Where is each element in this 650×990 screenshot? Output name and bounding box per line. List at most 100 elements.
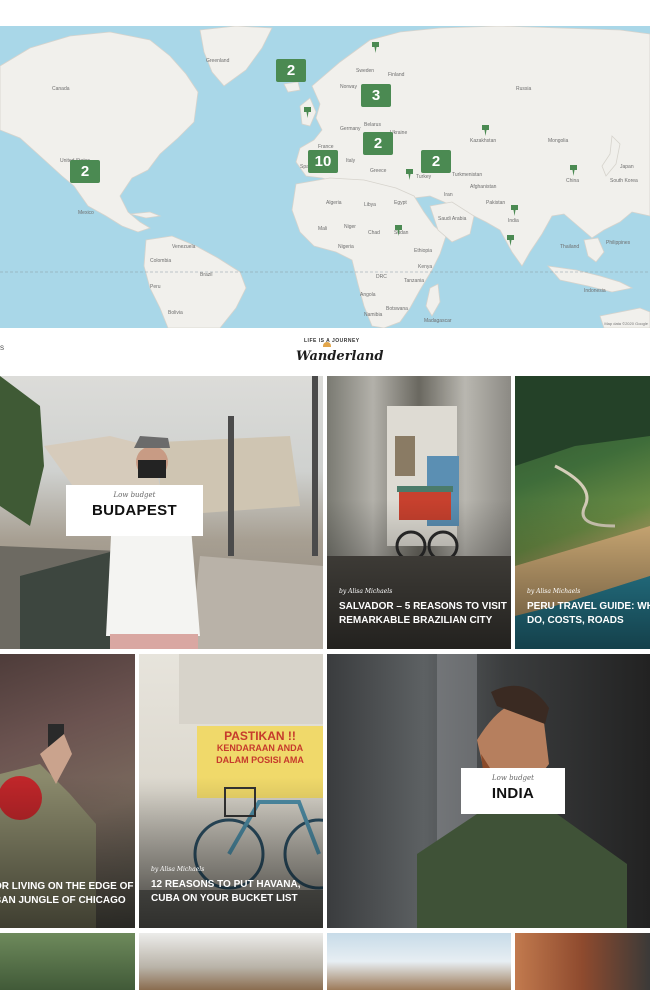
map-pin-icon[interactable] bbox=[481, 124, 490, 137]
post-title-line: OR LIVING ON THE EDGE OF bbox=[0, 881, 134, 892]
map-label-china: China bbox=[566, 178, 580, 184]
post-destination: BUDAPEST bbox=[92, 502, 177, 519]
sign-line: KENDARAAN ANDA bbox=[216, 743, 304, 753]
post-card-havana[interactable]: PASTIKAN !! KENDARAAN ANDA DALAM POSISI … bbox=[139, 654, 323, 928]
map-label-tanzania: Tanzania bbox=[404, 278, 425, 284]
map-label-norway: Norway bbox=[340, 84, 357, 90]
map-pin-icon[interactable] bbox=[371, 41, 380, 54]
post-byline[interactable]: by Alisa Michaels bbox=[527, 588, 580, 595]
map-label-venezuela: Venezuela bbox=[172, 244, 196, 250]
post-category: Low budget bbox=[492, 774, 534, 782]
map-label-mali: Mali bbox=[318, 226, 328, 232]
post-image bbox=[515, 933, 650, 990]
map-label-pakistan: Pakistan bbox=[486, 200, 506, 206]
map-label-iran: Iran bbox=[444, 192, 453, 198]
map-label-egypt: Egypt bbox=[394, 200, 407, 206]
post-badge: Low budget INDIA bbox=[461, 768, 565, 814]
map-label-niger: Niger bbox=[344, 224, 356, 230]
post-card[interactable] bbox=[515, 933, 650, 990]
map-label-india: India bbox=[508, 218, 519, 224]
map-label-peru: Peru bbox=[150, 284, 161, 290]
map-label-madagascar: Madagascar bbox=[424, 318, 452, 324]
map-label-turkmenistan: Turkmenistan bbox=[452, 172, 483, 178]
map-label-italy: Italy bbox=[346, 158, 356, 164]
map-credit: Map data ©2020 Google bbox=[604, 321, 648, 326]
post-title-line: PERU TRAVEL GUIDE: WHAT bbox=[527, 601, 650, 612]
post-card-india[interactable]: Low budget INDIA bbox=[327, 654, 650, 928]
post-card-peru[interactable]: by Alisa Michaels PERU TRAVEL GUIDE: WHA… bbox=[515, 376, 650, 649]
map-label-bolivia: Bolivia bbox=[168, 310, 183, 316]
map-cluster-marker[interactable]: 2 bbox=[363, 132, 393, 155]
post-byline[interactable]: by Alisa Michaels bbox=[151, 866, 204, 873]
map-label-greenland: Greenland bbox=[206, 58, 230, 64]
map-cluster-marker[interactable]: 2 bbox=[70, 160, 100, 183]
post-badge: Low budget BUDAPEST bbox=[66, 485, 203, 536]
map-label-ethiopia: Ethiopia bbox=[414, 248, 433, 254]
post-card[interactable] bbox=[0, 933, 135, 990]
map-label-thailand: Thailand bbox=[560, 244, 580, 250]
post-title-line: SALVADOR – 5 REASONS TO VISIT bbox=[339, 601, 507, 612]
map-label-south-korea: South Korea bbox=[610, 178, 638, 184]
sign-line: PASTIKAN !! bbox=[224, 729, 296, 743]
world-map[interactable]: Greenland Canada United States Mexico Ve… bbox=[0, 26, 650, 328]
logo-sun-icon bbox=[323, 342, 331, 347]
map-pin-icon[interactable] bbox=[394, 224, 403, 237]
post-title[interactable]: 12 REASONS TO PUT HAVANA, CUBA ON YOUR B… bbox=[151, 878, 300, 906]
page: Greenland Canada United States Mexico Ve… bbox=[0, 0, 650, 990]
post-card[interactable] bbox=[327, 933, 511, 990]
map-label-libya: Libya bbox=[364, 202, 376, 208]
map-label-algeria: Algeria bbox=[326, 200, 342, 206]
post-image bbox=[139, 933, 323, 990]
header-menu-fragment[interactable]: S bbox=[0, 346, 4, 352]
map-label-finland: Finland bbox=[388, 72, 405, 78]
map-cluster-marker[interactable]: 2 bbox=[421, 150, 451, 173]
map-pin-icon[interactable] bbox=[405, 168, 414, 181]
site-logo[interactable]: LIFE IS A JOURNEY Wanderland bbox=[296, 338, 383, 370]
post-image bbox=[0, 933, 135, 990]
map-label-russia: Russia bbox=[516, 86, 532, 92]
post-title-line: DO, COSTS, ROADS bbox=[527, 615, 624, 626]
map-label-germany: Germany bbox=[340, 126, 361, 132]
map-label-afghanistan: Afghanistan bbox=[470, 184, 497, 190]
map-label-turkey: Turkey bbox=[416, 174, 432, 180]
havana-sign: PASTIKAN !! KENDARAAN ANDA DALAM POSISI … bbox=[199, 730, 321, 766]
post-image bbox=[327, 933, 511, 990]
map-pin-icon[interactable] bbox=[303, 106, 312, 119]
post-card[interactable] bbox=[139, 933, 323, 990]
map-label-chad: Chad bbox=[368, 230, 380, 236]
sign-line: DALAM POSISI AMA bbox=[216, 755, 304, 765]
map-label-mexico: Mexico bbox=[78, 210, 94, 216]
post-destination: INDIA bbox=[491, 785, 535, 802]
map-label-sweden: Sweden bbox=[356, 68, 375, 74]
map-label-japan: Japan bbox=[620, 164, 634, 170]
post-title-line: BAN JUNGLE OF CHICAGO bbox=[0, 895, 126, 906]
map-pin-icon[interactable] bbox=[569, 164, 578, 177]
post-title-line: REMARKABLE BRAZILIAN CITY bbox=[339, 615, 493, 626]
post-title[interactable]: SALVADOR – 5 REASONS TO VISIT REMARKABLE… bbox=[339, 600, 507, 628]
map-label-nigeria: Nigeria bbox=[338, 244, 354, 250]
map-label-colombia: Colombia bbox=[150, 258, 172, 264]
post-category: Low budget bbox=[113, 491, 156, 499]
post-card-chicago[interactable]: OR LIVING ON THE EDGE OF BAN JUNGLE OF C… bbox=[0, 654, 135, 928]
map-label-belarus: Belarus bbox=[364, 122, 381, 128]
post-title-line: 12 REASONS TO PUT HAVANA, bbox=[151, 879, 301, 890]
map-label-kenya: Kenya bbox=[418, 264, 433, 270]
map-pin-icon[interactable] bbox=[506, 234, 515, 247]
logo-tagline: LIFE IS A JOURNEY bbox=[304, 338, 360, 344]
post-title[interactable]: OR LIVING ON THE EDGE OF BAN JUNGLE OF C… bbox=[0, 880, 135, 908]
map-label-mongolia: Mongolia bbox=[548, 138, 569, 144]
map-label-angola: Angola bbox=[360, 292, 376, 298]
map-label-namibia: Namibia bbox=[364, 312, 383, 318]
map-label-indonesia: Indonesia bbox=[584, 288, 606, 294]
post-card-salvador[interactable]: by Alisa Michaels SALVADOR – 5 REASONS T… bbox=[327, 376, 511, 649]
map-cluster-marker[interactable]: 2 bbox=[276, 59, 306, 82]
post-title[interactable]: PERU TRAVEL GUIDE: WHAT DO, COSTS, ROADS bbox=[527, 600, 650, 628]
map-label-kazakhstan: Kazakhstan bbox=[470, 138, 497, 144]
map-pin-icon[interactable] bbox=[510, 204, 519, 217]
map-label-saudi: Saudi Arabia bbox=[438, 216, 467, 222]
post-byline[interactable]: by Alisa Michaels bbox=[339, 588, 392, 595]
post-card-budapest[interactable]: Low budget BUDAPEST bbox=[0, 376, 323, 649]
map-cluster-marker[interactable]: 10 bbox=[308, 150, 338, 173]
map-cluster-marker[interactable]: 3 bbox=[361, 84, 391, 107]
logo-wordmark: Wanderland bbox=[296, 349, 384, 364]
